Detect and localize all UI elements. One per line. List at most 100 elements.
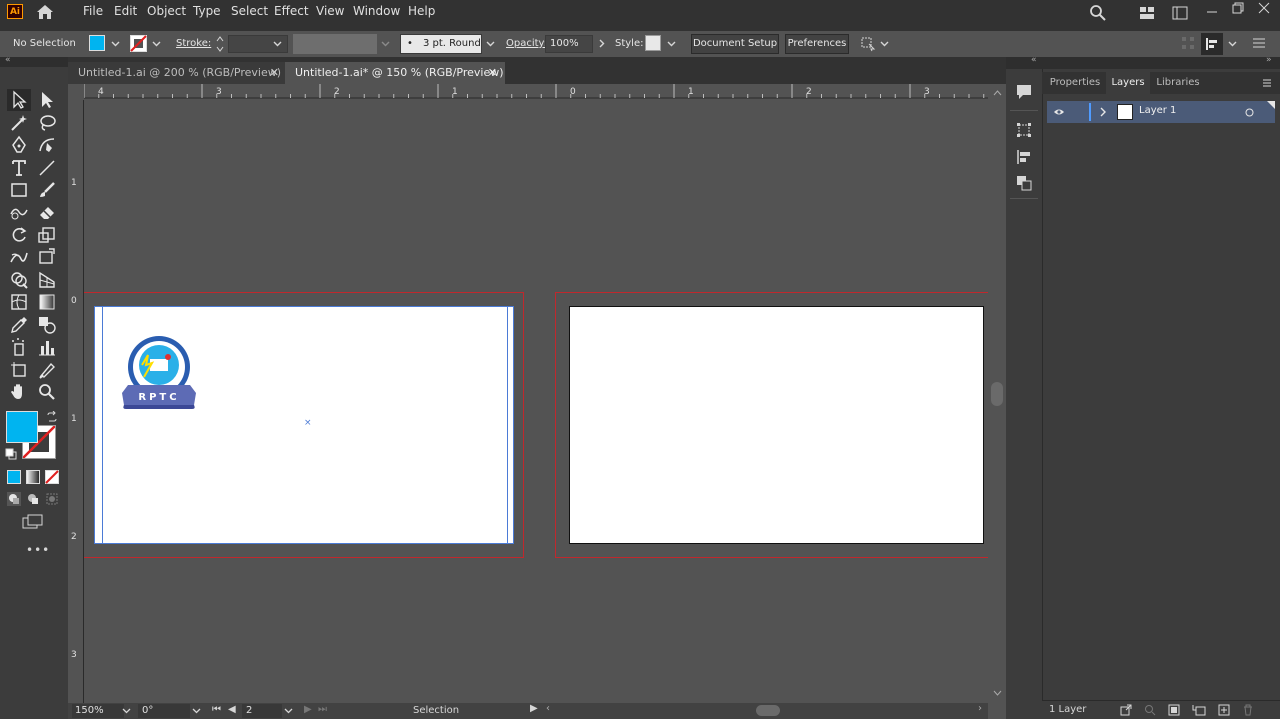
tab-layers[interactable]: Layers bbox=[1106, 72, 1150, 94]
preferences-button[interactable]: Preferences bbox=[785, 34, 849, 54]
ruler-origin[interactable] bbox=[68, 84, 84, 100]
export-icon[interactable] bbox=[1120, 704, 1132, 716]
chevron-down-icon[interactable] bbox=[151, 38, 162, 49]
transform-grid-icon[interactable] bbox=[1181, 36, 1195, 50]
eyedropper-icon[interactable] bbox=[9, 315, 29, 335]
fill-color-box[interactable] bbox=[6, 411, 38, 443]
mesh-icon[interactable] bbox=[9, 292, 29, 312]
clipping-mask-icon[interactable] bbox=[1168, 704, 1180, 716]
scale-icon[interactable] bbox=[37, 225, 57, 245]
hand-icon[interactable] bbox=[9, 382, 29, 402]
collapse-icon[interactable]: « bbox=[5, 55, 11, 65]
rectangle-icon[interactable] bbox=[9, 180, 29, 200]
draw-normal-icon[interactable] bbox=[7, 492, 21, 506]
menu-help[interactable]: Help bbox=[408, 4, 435, 18]
stroke-label[interactable]: Stroke: bbox=[176, 38, 211, 49]
comment-icon[interactable] bbox=[1015, 83, 1033, 101]
tab-libraries[interactable]: Libraries bbox=[1152, 72, 1204, 94]
tab-properties[interactable]: Properties bbox=[1046, 72, 1104, 94]
close-icon[interactable]: ✕ bbox=[488, 62, 497, 84]
chevron-down-icon[interactable] bbox=[485, 38, 496, 49]
chevron-down-icon[interactable] bbox=[879, 38, 890, 49]
chevron-right-icon[interactable] bbox=[1099, 107, 1107, 117]
chevron-down-icon[interactable] bbox=[122, 707, 131, 714]
menu-window[interactable]: Window bbox=[353, 4, 400, 18]
chevron-down-icon[interactable] bbox=[192, 707, 201, 714]
scroll-thumb[interactable] bbox=[991, 382, 1003, 406]
expand-icon[interactable]: « bbox=[1031, 55, 1037, 65]
align-icon[interactable] bbox=[1016, 149, 1032, 165]
locate-object-icon[interactable] bbox=[1144, 704, 1156, 716]
graph-icon[interactable] bbox=[37, 337, 57, 357]
shape-builder-icon[interactable] bbox=[9, 270, 29, 290]
scroll-left-icon[interactable]: ‹ bbox=[546, 703, 550, 714]
selection-tool-icon[interactable] bbox=[9, 90, 29, 110]
eye-icon[interactable] bbox=[1053, 107, 1065, 117]
draw-behind-icon[interactable] bbox=[26, 492, 40, 506]
artboard-1[interactable]: RPTC × bbox=[94, 306, 514, 544]
artboard-field[interactable]: 2 bbox=[242, 704, 282, 718]
brush-definition[interactable]: • 3 pt. Round bbox=[400, 34, 482, 54]
shaper-icon[interactable] bbox=[9, 202, 29, 222]
h-scroll-thumb[interactable] bbox=[756, 705, 780, 716]
delete-icon[interactable] bbox=[1242, 704, 1254, 716]
default-colors-icon[interactable] bbox=[5, 448, 17, 460]
minimize-icon[interactable] bbox=[1206, 6, 1218, 18]
opacity-field[interactable]: 100% bbox=[545, 35, 593, 53]
variable-width-profile[interactable] bbox=[293, 34, 377, 54]
chevron-down-icon[interactable] bbox=[272, 38, 283, 49]
type-icon[interactable] bbox=[9, 158, 29, 178]
close-icon[interactable] bbox=[1258, 2, 1270, 14]
chevron-down-icon[interactable] bbox=[1227, 38, 1238, 49]
swap-icon[interactable] bbox=[46, 411, 58, 423]
arrange-icon[interactable] bbox=[1139, 6, 1155, 20]
none-mode-icon[interactable] bbox=[45, 470, 59, 484]
workspace-icon[interactable] bbox=[1172, 6, 1188, 20]
new-sublayer-icon[interactable] bbox=[1192, 704, 1206, 716]
rptc-logo[interactable]: RPTC bbox=[120, 335, 198, 415]
restore-icon[interactable] bbox=[1232, 2, 1244, 14]
more-tools-icon[interactable]: ••• bbox=[26, 543, 50, 557]
chevron-down-icon[interactable] bbox=[380, 38, 391, 49]
target-icon[interactable] bbox=[1245, 108, 1254, 117]
tab-document-1[interactable]: Untitled-1.ai @ 200 % (RGB/Preview) ✕ bbox=[68, 62, 285, 84]
chevron-down-icon[interactable] bbox=[284, 707, 293, 714]
screen-mode-icon[interactable] bbox=[22, 514, 44, 530]
artboard-tool-icon[interactable] bbox=[9, 360, 29, 380]
symbol-sprayer-icon[interactable] bbox=[9, 337, 29, 357]
color-mode-button[interactable] bbox=[7, 470, 21, 484]
menu-file[interactable]: File bbox=[83, 4, 103, 18]
magic-wand-icon[interactable] bbox=[9, 113, 29, 133]
last-artboard-icon[interactable]: ⏭ bbox=[318, 704, 327, 715]
prev-artboard-icon[interactable]: ◀ bbox=[228, 704, 236, 715]
menu-select[interactable]: Select bbox=[231, 4, 268, 18]
first-artboard-icon[interactable]: ⏮ bbox=[212, 704, 221, 715]
slice-icon[interactable] bbox=[37, 360, 57, 380]
graphic-style-swatch[interactable] bbox=[645, 35, 661, 51]
line-icon[interactable] bbox=[37, 158, 57, 178]
gradient-icon[interactable] bbox=[37, 292, 57, 312]
direct-selection-icon[interactable] bbox=[37, 90, 57, 110]
stroke-stepper[interactable] bbox=[214, 34, 226, 54]
stroke-swatch[interactable] bbox=[130, 35, 147, 52]
menu-effect[interactable]: Effect bbox=[274, 4, 309, 18]
chevron-right-icon[interactable] bbox=[596, 38, 607, 49]
tab-document-2[interactable]: Untitled-1.ai* @ 150 % (RGB/Preview) ✕ bbox=[285, 62, 505, 84]
eraser-icon[interactable] bbox=[37, 202, 57, 222]
scroll-up-icon[interactable] bbox=[993, 90, 1002, 96]
document-setup-button[interactable]: Document Setup bbox=[691, 34, 779, 54]
close-icon[interactable]: ✕ bbox=[270, 62, 279, 84]
pathfinder-icon[interactable] bbox=[1016, 175, 1032, 191]
paintbrush-icon[interactable] bbox=[37, 180, 57, 200]
perspective-icon[interactable] bbox=[37, 270, 57, 290]
menu-type[interactable]: Type bbox=[193, 4, 221, 18]
status-menu-icon[interactable]: ▶ bbox=[530, 703, 538, 714]
menu-view[interactable]: View bbox=[316, 4, 344, 18]
lasso-icon[interactable] bbox=[37, 113, 57, 133]
layer-row[interactable]: Layer 1 bbox=[1047, 101, 1275, 123]
search-icon[interactable] bbox=[1089, 4, 1107, 22]
fill-swatch[interactable] bbox=[89, 35, 105, 51]
warp-icon[interactable] bbox=[9, 247, 29, 267]
opacity-label[interactable]: Opacity: bbox=[506, 38, 547, 49]
layer-name[interactable]: Layer 1 bbox=[1139, 105, 1176, 116]
